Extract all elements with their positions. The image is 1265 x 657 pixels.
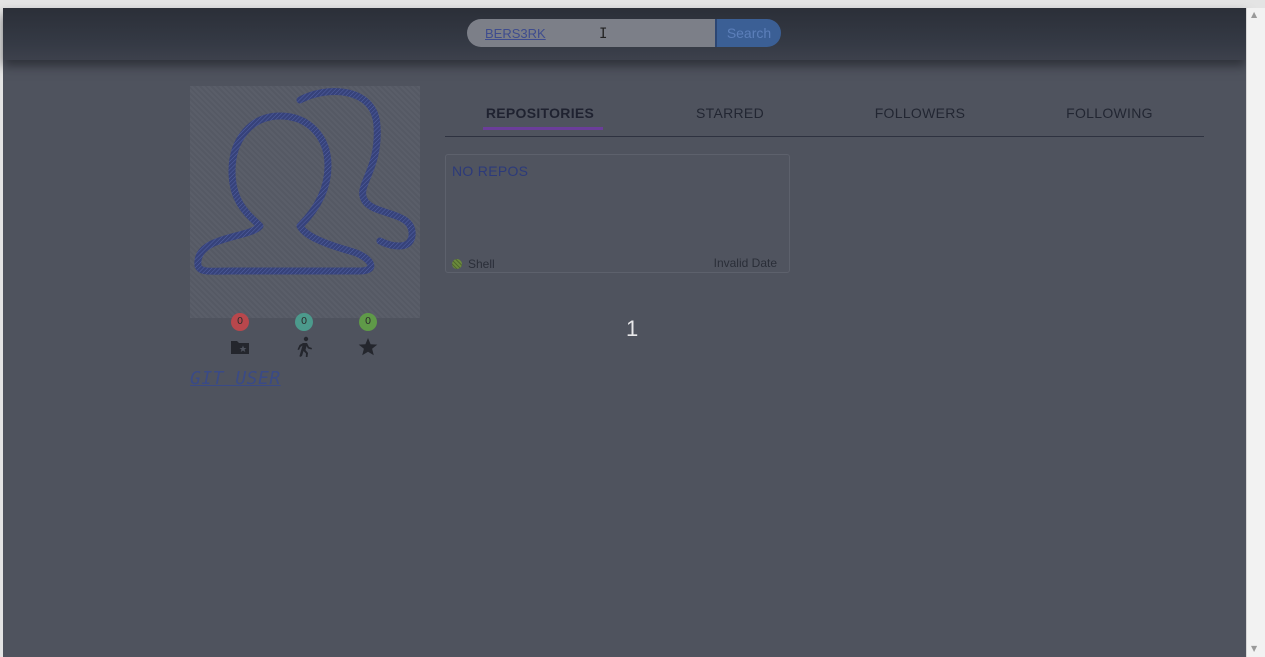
top-nav-bar: I Search	[3, 8, 1246, 60]
language-color-dot-icon	[452, 259, 462, 269]
profile-stats: 0 0 0	[222, 313, 392, 363]
profile-tabs: REPOSITORIES STARRED FOLLOWERS FOLLOWING	[445, 100, 1204, 137]
scroll-up-arrow-icon[interactable]: ▲	[1251, 11, 1257, 19]
search-button[interactable]: Search	[715, 19, 781, 47]
tab-followers-label: FOLLOWERS	[874, 105, 966, 121]
search-form: I Search	[467, 19, 781, 47]
tab-following-label: FOLLOWING	[1066, 105, 1153, 121]
repos-count-badge: 0	[231, 313, 249, 331]
user-avatar-icon	[194, 88, 416, 275]
repos-stat[interactable]: 0	[225, 313, 255, 358]
tab-followers[interactable]: FOLLOWERS	[825, 100, 1015, 136]
scroll-down-arrow-icon[interactable]: ▼	[1251, 645, 1257, 653]
repo-folder-star-icon	[231, 341, 249, 354]
window-top-border	[0, 0, 1265, 8]
repo-card[interactable]: NO REPOS Shell Invalid Date	[445, 154, 790, 273]
profile-username-link[interactable]: GIT USER	[190, 368, 281, 389]
avatar	[190, 86, 420, 318]
tab-starred-label: STARRED	[696, 105, 764, 121]
stars-stat[interactable]: 0	[353, 313, 383, 358]
text-cursor-icon: I	[599, 26, 608, 42]
followers-stat[interactable]: 0	[289, 313, 319, 358]
tab-starred[interactable]: STARRED	[635, 100, 825, 136]
tab-repositories-label: REPOSITORIES	[485, 105, 595, 121]
repo-title: NO REPOS	[452, 163, 529, 179]
tab-repositories[interactable]: REPOSITORIES	[445, 100, 635, 136]
vertical-scrollbar[interactable]: ▲ ▼	[1246, 8, 1265, 657]
window-left-border	[0, 8, 3, 657]
star-icon	[358, 338, 378, 356]
pagination-current-page[interactable]: 1	[626, 316, 638, 342]
tab-following[interactable]: FOLLOWING	[1015, 100, 1204, 136]
active-tab-indicator	[483, 127, 603, 130]
repo-date: Invalid Date	[713, 256, 777, 270]
repo-language-label: Shell	[468, 257, 495, 271]
search-input[interactable]	[467, 19, 715, 47]
repo-language: Shell	[452, 257, 495, 271]
stars-count-badge: 0	[359, 313, 377, 331]
followers-count-badge: 0	[295, 313, 313, 331]
runner-icon	[297, 336, 312, 357]
